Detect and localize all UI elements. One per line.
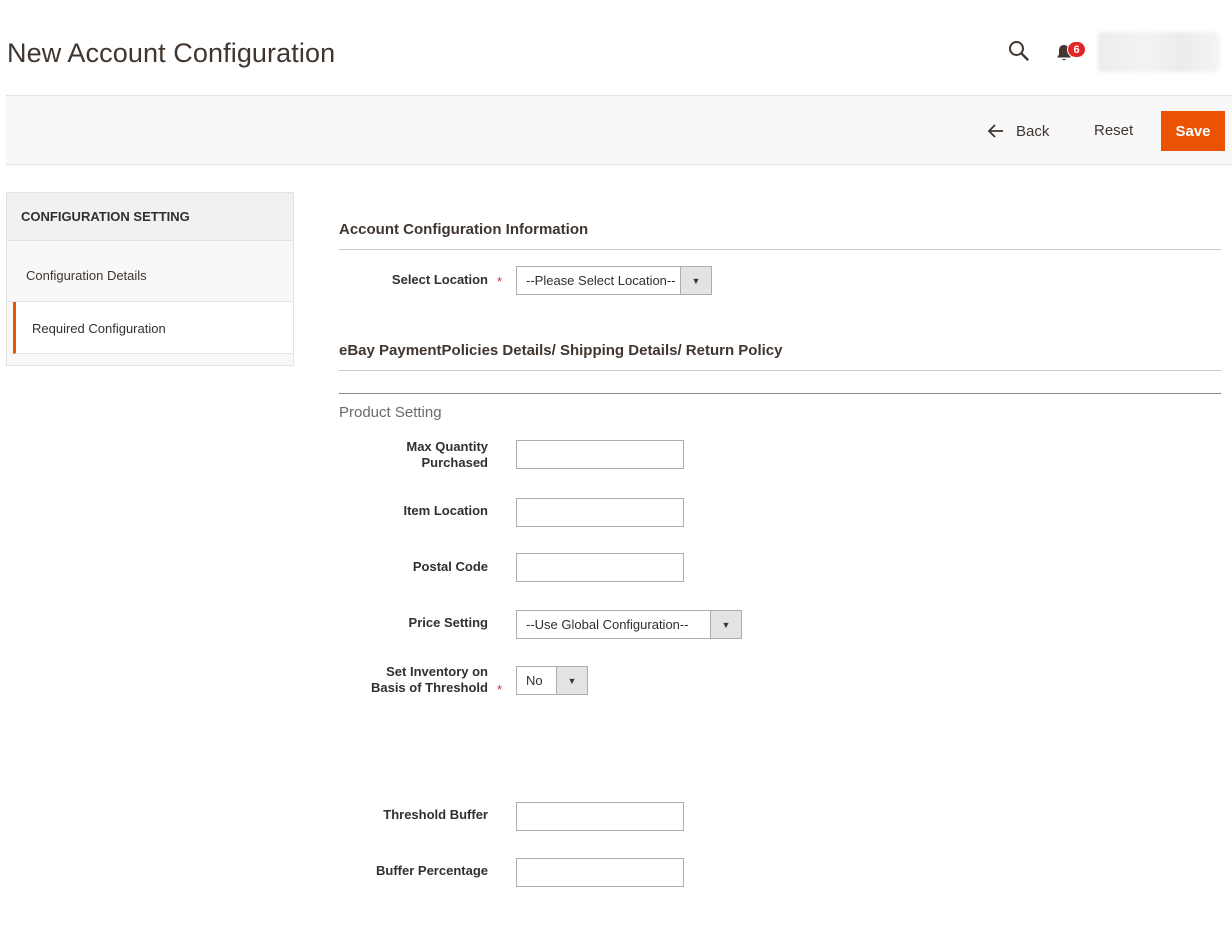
- price-setting-dropdown[interactable]: --Use Global Configuration-- ▼: [516, 610, 742, 639]
- buffer-percentage-label: Buffer Percentage: [376, 863, 488, 878]
- set-inventory-label: Set Inventory on Basis of Threshold: [339, 664, 488, 696]
- set-inventory-label-line1: Set Inventory on: [386, 664, 488, 679]
- notification-count-badge: 6: [1067, 41, 1086, 58]
- sidebar-item-required-configuration[interactable]: Required Configuration: [13, 302, 293, 354]
- configuration-sidebar: CONFIGURATION SETTING Configuration Deta…: [6, 192, 294, 366]
- buffer-percentage-input[interactable]: [516, 858, 684, 887]
- chevron-down-icon: ▼: [710, 611, 741, 638]
- price-setting-label: Price Setting: [408, 615, 488, 630]
- back-label: Back: [1016, 122, 1050, 140]
- product-setting-title: Product Setting: [339, 404, 442, 421]
- select-location-label: Select Location: [391, 272, 488, 287]
- page-title: New Account Configuration: [7, 38, 336, 68]
- set-inventory-dropdown[interactable]: No ▼: [516, 666, 588, 695]
- price-setting-value: --Use Global Configuration--: [526, 617, 689, 632]
- max-quantity-input[interactable]: [516, 440, 684, 469]
- section-divider: [339, 370, 1221, 371]
- section-title-ebay-policies: eBay PaymentPolicies Details/ Shipping D…: [339, 342, 783, 359]
- set-inventory-label-line2: Basis of Threshold: [370, 680, 488, 695]
- required-marker: *: [497, 274, 503, 289]
- threshold-buffer-input[interactable]: [516, 802, 684, 831]
- postal-code-label: Postal Code: [412, 559, 488, 574]
- max-quantity-label-line2: Purchased: [421, 455, 488, 470]
- select-location-dropdown[interactable]: --Please Select Location-- ▼: [516, 266, 712, 295]
- section-divider: [339, 249, 1221, 250]
- section-title-account-configuration: Account Configuration Information: [339, 221, 589, 238]
- sidebar-item-configuration-details[interactable]: Configuration Details: [7, 241, 293, 302]
- arrow-left-icon: [988, 124, 1003, 138]
- chevron-down-icon: ▼: [556, 667, 587, 694]
- back-button[interactable]: Back: [988, 119, 1049, 143]
- notifications-button[interactable]: 6: [1056, 39, 1086, 65]
- sidebar-title: CONFIGURATION SETTING: [7, 193, 293, 241]
- threshold-buffer-label: Threshold Buffer: [383, 807, 488, 822]
- search-icon[interactable]: [1008, 40, 1030, 62]
- max-quantity-label: Max Quantity Purchased: [339, 439, 488, 471]
- item-location-label: Item Location: [403, 503, 488, 518]
- reset-button[interactable]: Reset: [1094, 122, 1133, 139]
- postal-code-input[interactable]: [516, 553, 684, 582]
- page-actions-bar: Back Reset Save: [6, 95, 1232, 165]
- item-location-input[interactable]: [516, 498, 684, 527]
- chevron-down-icon: ▼: [680, 267, 711, 294]
- set-inventory-value: No: [526, 673, 543, 688]
- header-actions: 6: [992, 30, 1232, 74]
- required-marker: *: [497, 682, 503, 697]
- max-quantity-label-line1: Max Quantity: [406, 439, 488, 454]
- fieldset-divider: [339, 393, 1221, 394]
- select-location-value: --Please Select Location--: [526, 273, 676, 288]
- save-button[interactable]: Save: [1161, 111, 1225, 151]
- user-account-menu[interactable]: [1098, 32, 1220, 72]
